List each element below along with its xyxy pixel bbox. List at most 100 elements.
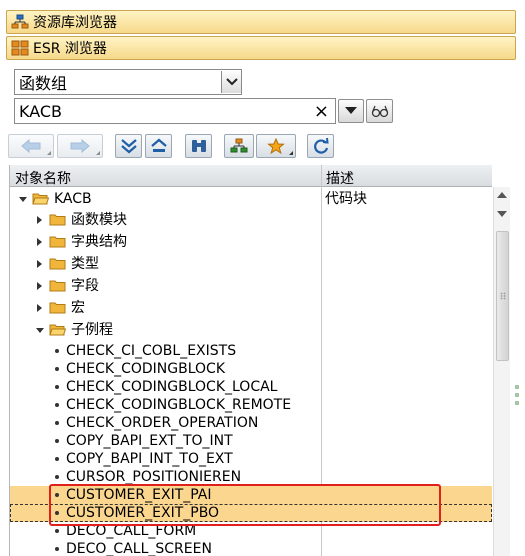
subroutine-label: CHECK_CI_COBL_EXISTS xyxy=(66,343,237,359)
esr-hierarchy-icon xyxy=(11,40,29,56)
tree-leaf-subroutine-selected[interactable]: CUSTOMER_EXIT_PBO xyxy=(10,504,492,522)
collapsed-triangle-icon[interactable] xyxy=(37,260,42,268)
tree-folder-dictionary-structures[interactable]: 字典结构 xyxy=(10,233,492,251)
tree-leaf-subroutine[interactable]: CHECK_CODINGBLOCK_REMOTE xyxy=(10,396,492,414)
hierarchy-button[interactable] xyxy=(224,134,254,158)
folder-icon xyxy=(49,258,66,270)
bullet-icon xyxy=(55,367,59,371)
expanded-triangle-icon[interactable] xyxy=(19,197,27,202)
grip-icon xyxy=(500,292,506,300)
bullet-icon xyxy=(55,403,59,407)
tree-node-root-description: 代码块 xyxy=(325,191,367,207)
folder-icon xyxy=(49,280,66,292)
subroutine-label: CUSTOMER_EXIT_PAI xyxy=(66,487,212,503)
object-type-dropdown[interactable]: 函数组 xyxy=(14,69,242,95)
back-button[interactable] xyxy=(8,134,54,158)
find-button[interactable] xyxy=(185,134,212,158)
tree-leaf-subroutine[interactable]: CHECK_ORDER_OPERATION xyxy=(10,414,492,432)
vertical-scrollbar[interactable] xyxy=(493,187,510,556)
esr-browser-button[interactable]: ESR 浏览器 xyxy=(6,36,516,60)
tree-header: 对象名称 描述 xyxy=(10,165,492,187)
expanded-triangle-icon[interactable] xyxy=(36,328,44,333)
tree-folder-label: 子例程 xyxy=(71,322,113,338)
subroutine-label: CHECK_CODINGBLOCK_REMOTE xyxy=(66,397,292,413)
tree-leaf-subroutine[interactable]: DECO_CALL_FORM xyxy=(10,522,492,540)
arrow-right-icon xyxy=(70,139,90,153)
tree-leaf-subroutine[interactable]: CHECK_CODINGBLOCK xyxy=(10,360,492,378)
repository-browser-label: 资源库浏览器 xyxy=(33,15,117,31)
object-name-input[interactable]: KACB × xyxy=(14,98,336,124)
tree-leaf-subroutine[interactable]: COPY_BAPI_EXT_TO_INT xyxy=(10,432,492,450)
tree-leaf-subroutine[interactable]: DECO_CALL_SCREEN xyxy=(10,540,492,556)
scroll-up-icon[interactable] xyxy=(497,192,507,199)
tree-folder-fields[interactable]: 字段 xyxy=(10,277,492,295)
tree-folder-label: 字段 xyxy=(71,278,99,294)
collapsed-triangle-icon[interactable] xyxy=(37,304,42,312)
refresh-icon xyxy=(313,138,329,154)
folder-icon xyxy=(49,236,66,248)
tree-folder-label: 函数模块 xyxy=(71,212,127,228)
splitter-dot xyxy=(515,385,519,389)
esr-browser-label: ESR 浏览器 xyxy=(33,41,107,57)
collapsed-triangle-icon[interactable] xyxy=(37,238,42,246)
star-icon xyxy=(267,138,285,154)
expand-icon xyxy=(120,139,137,154)
glasses-icon xyxy=(371,105,388,118)
scroll-down-icon[interactable] xyxy=(497,211,507,218)
bullet-icon xyxy=(55,547,59,551)
expand-all-button[interactable] xyxy=(115,134,142,158)
column-header-description[interactable]: 描述 xyxy=(326,168,354,188)
bullet-icon xyxy=(55,421,59,425)
object-name-dropdown-button[interactable] xyxy=(338,99,364,123)
object-name-value: KACB xyxy=(19,101,63,121)
bullet-icon xyxy=(55,529,59,533)
forward-button[interactable] xyxy=(57,134,103,158)
object-tree: 对象名称 描述 KACB 代码块 函数模块 字典结构 类型 字段 宏 子例程 C… xyxy=(9,165,492,556)
subroutine-label: CURSOR_POSITIONIEREN xyxy=(66,469,242,485)
bullet-icon xyxy=(55,385,59,389)
tree-folder-subroutines[interactable]: 子例程 xyxy=(10,321,492,339)
tree-leaf-subroutine-highlighted[interactable]: CUSTOMER_EXIT_PAI xyxy=(10,486,492,504)
tree-folder-macros[interactable]: 宏 xyxy=(10,299,492,317)
open-folder-icon xyxy=(32,193,49,205)
bullet-icon xyxy=(55,493,59,497)
tree-folder-label: 类型 xyxy=(71,256,99,272)
tree-leaf-subroutine[interactable]: CHECK_CI_COBL_EXISTS xyxy=(10,342,492,360)
repository-browser-button[interactable]: 资源库浏览器 xyxy=(6,10,516,34)
tree-folder-label: 宏 xyxy=(71,300,85,316)
bullet-icon xyxy=(55,457,59,461)
object-type-value: 函数组 xyxy=(19,74,68,93)
chevron-down-icon[interactable] xyxy=(221,71,241,93)
collapsed-triangle-icon[interactable] xyxy=(37,282,42,290)
org-chart-icon xyxy=(230,138,248,153)
column-header-object-name[interactable]: 对象名称 xyxy=(15,168,71,188)
scrollbar-thumb[interactable] xyxy=(496,231,509,361)
splitter-dot xyxy=(515,393,519,397)
tree-leaf-subroutine[interactable]: CHECK_CODINGBLOCK_LOCAL xyxy=(10,378,492,396)
tree-folder-label: 字典结构 xyxy=(71,234,127,250)
collapse-all-button[interactable] xyxy=(145,134,172,158)
display-glasses-button[interactable] xyxy=(366,99,393,123)
subroutine-label: CHECK_CODINGBLOCK_LOCAL xyxy=(66,379,278,395)
tree-leaf-subroutine[interactable]: COPY_BAPI_INT_TO_EXT xyxy=(10,450,492,468)
refresh-button[interactable] xyxy=(307,134,334,158)
collapse-icon xyxy=(150,138,167,152)
tree-folder-types[interactable]: 类型 xyxy=(10,255,492,273)
tree-node-root-label: KACB xyxy=(54,191,92,207)
subroutine-label: CHECK_CODINGBLOCK xyxy=(66,361,226,377)
collapsed-triangle-icon[interactable] xyxy=(37,216,42,224)
bullet-icon xyxy=(55,439,59,443)
bullet-icon xyxy=(55,511,59,515)
tree-folder-function-modules[interactable]: 函数模块 xyxy=(10,211,492,229)
clear-icon[interactable]: × xyxy=(314,101,335,122)
subroutine-label: CUSTOMER_EXIT_PBO xyxy=(66,505,220,521)
subroutine-label: DECO_CALL_SCREEN xyxy=(66,541,212,556)
bullet-icon xyxy=(55,349,59,353)
subroutine-label: COPY_BAPI_INT_TO_EXT xyxy=(66,451,233,467)
tree-node-root[interactable]: KACB 代码块 xyxy=(10,190,492,208)
open-folder-icon xyxy=(49,324,66,336)
tree-leaf-subroutine[interactable]: CURSOR_POSITIONIEREN xyxy=(10,468,492,486)
favorites-button[interactable] xyxy=(256,134,296,158)
folder-icon xyxy=(49,302,66,314)
binoculars-icon xyxy=(191,140,206,152)
